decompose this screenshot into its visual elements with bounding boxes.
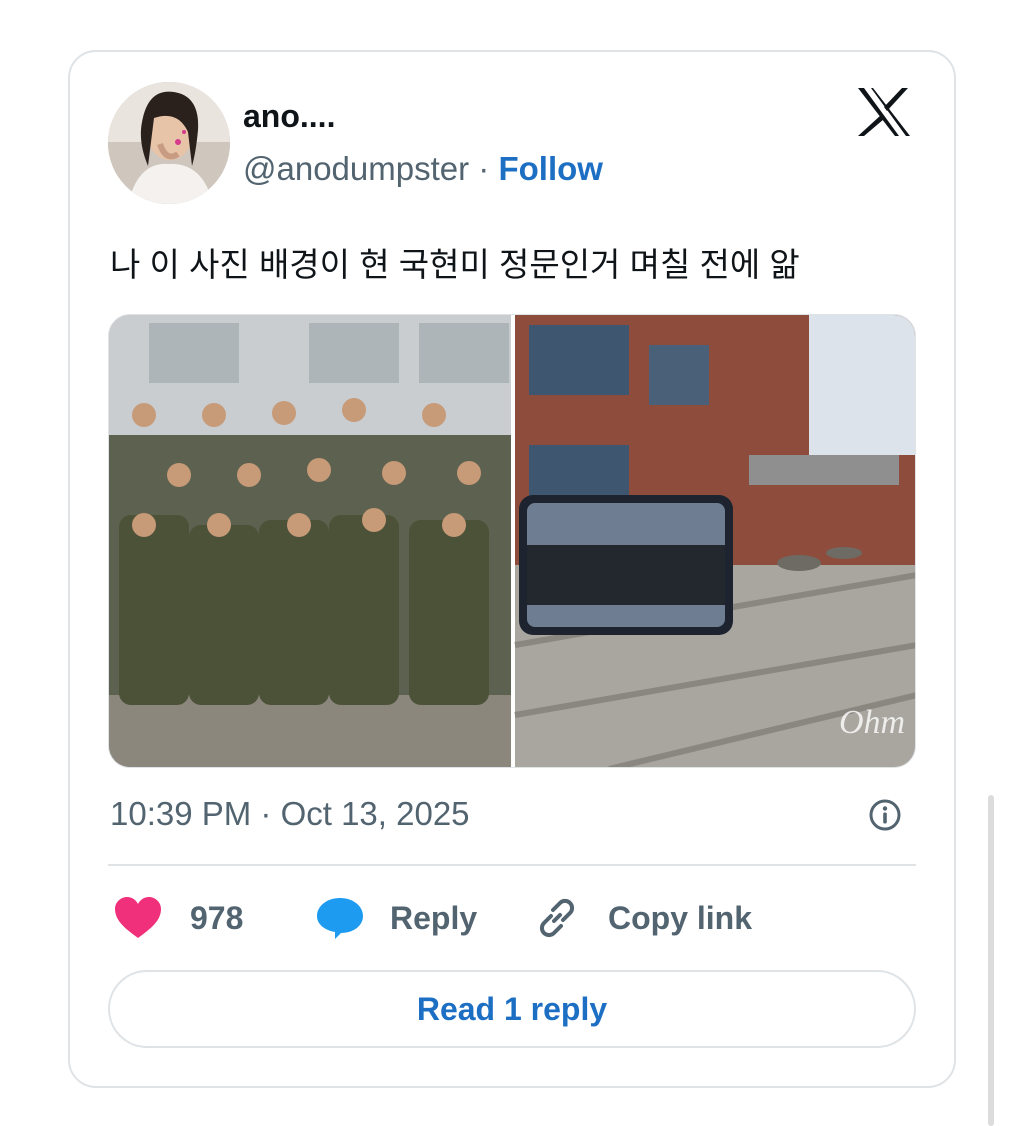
copy-link-label: Copy link [608,899,753,936]
tweet-text: 나 이 사진 배경이 현 국현미 정문인거 며칠 전에 앎 [110,246,800,283]
copy-link-button[interactable]: Copy link [534,890,752,946]
link-icon [539,898,575,938]
like-button[interactable]: 978 [114,890,243,946]
author-handle-row: @anodumpster · Follow [243,150,603,188]
divider [108,864,916,866]
tweet-timestamp[interactable]: 10:39 PM · Oct 13, 2025 [110,795,470,833]
speech-bubble-icon [317,898,363,939]
x-logo-icon[interactable] [856,86,912,138]
building-photo-image: Ohm [514,315,915,767]
avatar[interactable] [108,82,230,204]
read-replies-button[interactable]: Read 1 reply [108,970,916,1048]
group-photo-image [109,315,511,767]
heart-icon [115,897,161,938]
reply-label: Reply [390,899,478,936]
author-handle[interactable]: @anodumpster [243,150,469,187]
like-count: 978 [190,899,244,936]
follow-button[interactable]: Follow [498,150,602,187]
tweet-media[interactable]: Ohm [108,314,916,768]
info-icon[interactable] [868,798,902,832]
separator-dot: · [478,150,490,187]
scrollbar[interactable] [988,795,994,1126]
watermark-text: Ohm [839,704,905,741]
author-display-name[interactable]: ano.... [243,98,335,135]
reply-button[interactable]: Reply [316,890,477,946]
